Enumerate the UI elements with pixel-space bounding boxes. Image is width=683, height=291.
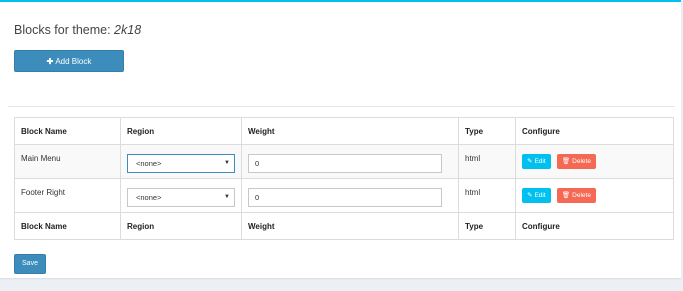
weight-value: 0 — [255, 159, 260, 168]
configure-cell: ✎ Edit 🗑 Delete — [515, 178, 674, 213]
page-title: Blocks for theme: 2k18 — [14, 23, 141, 37]
delete-label: Delete — [572, 158, 591, 165]
trash-icon: 🗑 — [561, 158, 571, 165]
footer-block-name: Block Name — [14, 212, 121, 240]
weight-value: 0 — [255, 193, 260, 202]
footer-region: Region — [120, 212, 242, 240]
trash-icon: 🗑 — [561, 192, 571, 199]
region-select-value: <none> — [136, 159, 162, 168]
divider — [8, 106, 675, 107]
footer-weight: Weight — [241, 212, 459, 240]
region-select-value: <none> — [136, 193, 162, 202]
header-region: Region — [120, 117, 242, 145]
save-label: Save — [22, 260, 38, 267]
save-button[interactable]: Save — [14, 254, 46, 274]
footer-configure: Configure — [515, 212, 674, 240]
edit-label: Edit — [534, 158, 546, 165]
title-prefix: Blocks for theme: — [14, 23, 115, 37]
block-name-cell: Main Menu — [14, 144, 121, 179]
header-weight: Weight — [241, 117, 459, 145]
footer-type: Type — [458, 212, 516, 240]
caret-down-icon: ▼ — [224, 194, 230, 200]
region-cell: <none> ▼ — [120, 178, 242, 213]
block-name-cell: Footer Right — [14, 178, 121, 213]
type-cell: html — [458, 144, 516, 179]
theme-name: 2k18 — [114, 23, 142, 37]
delete-button[interactable]: 🗑 Delete — [556, 188, 596, 203]
add-block-button[interactable]: ✚ Add Block — [14, 50, 124, 72]
type-cell: html — [458, 178, 516, 213]
table-footer-row: Block Name Region Weight Type Configure — [14, 212, 674, 240]
region-select[interactable]: <none> ▼ — [127, 188, 235, 207]
edit-icon: ✎ — [527, 158, 533, 165]
edit-button[interactable]: ✎ Edit — [522, 154, 551, 169]
edit-icon: ✎ — [527, 192, 533, 199]
weight-cell: 0 — [241, 178, 459, 213]
region-cell: <none> ▼ — [120, 144, 242, 179]
plus-icon: ✚ — [46, 57, 54, 66]
configure-cell: ✎ Edit 🗑 Delete — [515, 144, 674, 179]
add-block-label: Add Block — [55, 57, 92, 66]
header-block-name: Block Name — [14, 117, 121, 145]
edit-button[interactable]: ✎ Edit — [522, 188, 551, 203]
edit-label: Edit — [534, 192, 546, 199]
header-type: Type — [458, 117, 516, 145]
weight-cell: 0 — [241, 144, 459, 179]
delete-button[interactable]: 🗑 Delete — [556, 154, 596, 169]
caret-down-icon: ▼ — [224, 160, 230, 166]
header-configure: Configure — [515, 117, 674, 145]
table-row: Main Menu <none> ▼ 0 html ✎ Edit 🗑 Delete — [14, 144, 674, 179]
weight-input[interactable]: 0 — [248, 154, 442, 173]
table-row: Footer Right <none> ▼ 0 html ✎ Edit 🗑 Dele… — [14, 178, 674, 213]
blocks-panel: Blocks for theme: 2k18 ✚ Add Block Block … — [0, 0, 681, 278]
delete-label: Delete — [572, 192, 591, 199]
region-select[interactable]: <none> ▼ — [127, 154, 235, 173]
blocks-table: Block Name Region Weight Type Configure … — [14, 117, 674, 240]
table-header-row: Block Name Region Weight Type Configure — [14, 117, 674, 145]
weight-input[interactable]: 0 — [248, 188, 442, 207]
